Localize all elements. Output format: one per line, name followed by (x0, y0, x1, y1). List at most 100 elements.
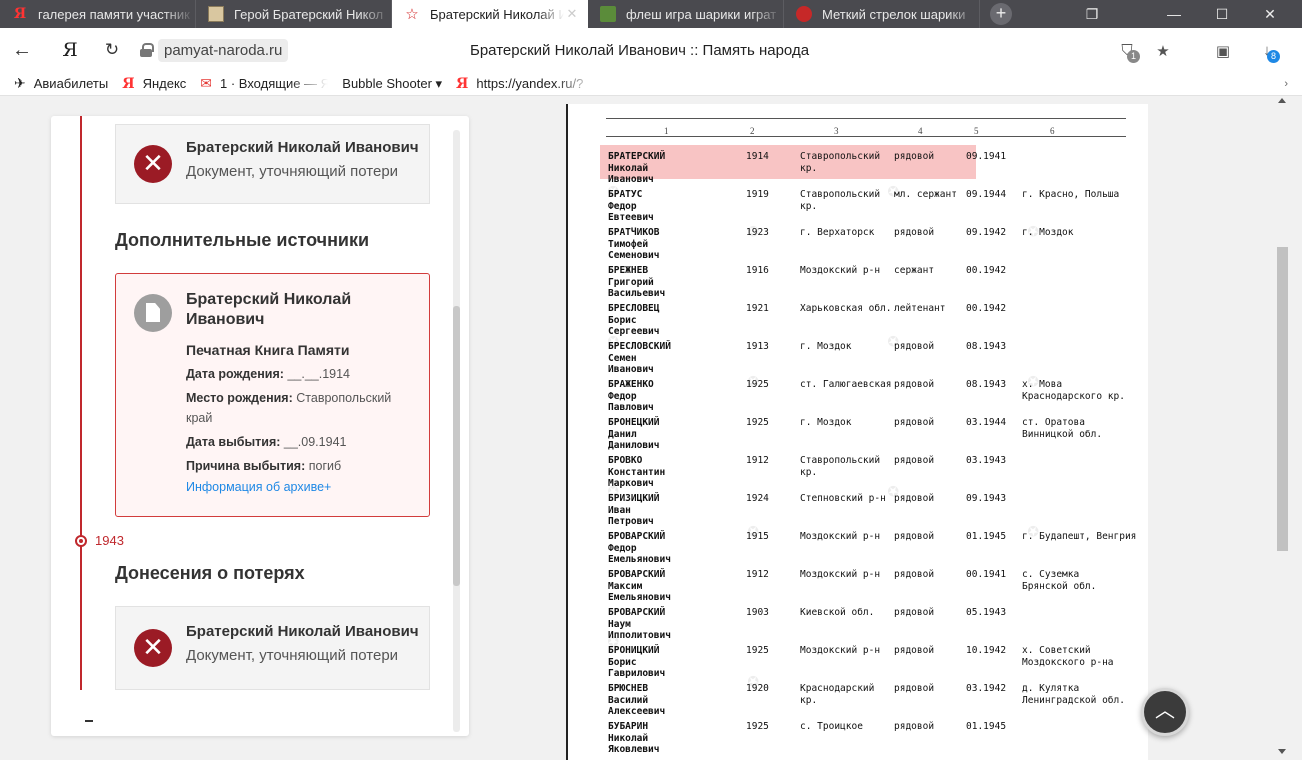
record-year: 1924 (746, 493, 769, 504)
bookmark-label: Bubble Shooter ▾ (342, 75, 443, 91)
record-rank: рядовой (894, 683, 935, 694)
record-date: 09.1941 (966, 151, 1007, 162)
bookmark-label: Авиабилеты (33, 76, 109, 91)
record-rank: рядовой (894, 227, 935, 238)
record-year: 1913 (746, 341, 769, 352)
record-place: г. Моздок (800, 341, 852, 352)
bookmark-icon[interactable]: ★ (1154, 42, 1172, 60)
record-year: 1925 (746, 721, 769, 732)
record-place: с. Троицкое (800, 721, 863, 732)
tab-4[interactable]: Меткий стрелок шарики (784, 0, 980, 28)
bookmark-mail[interactable]: ✉ 1 · Входящие — Ян (200, 75, 328, 92)
record-rank: лейтенант (894, 303, 946, 314)
loss-document-card[interactable]: ✕ Братерский Николай Иванович Документ, … (115, 124, 430, 204)
record-burial: с. Суземка Брянской обл. (1022, 569, 1097, 592)
record-name: БРОВАРСКИЙ Федор Емельянович (608, 531, 671, 565)
bookmark-bubble-shooter[interactable]: Bubble Shooter ▾ (342, 76, 442, 92)
back-icon[interactable]: ← (10, 38, 34, 62)
record-place: Ставропольский кр. (800, 189, 881, 212)
record-place: Моздокский р-н (800, 531, 881, 542)
tab-title: галерея памяти участник (38, 6, 190, 22)
yandex-home-icon[interactable]: Я (58, 38, 82, 62)
scroll-to-top-button[interactable]: ︿ (1141, 688, 1189, 736)
record-place: Краснодарский кр. (800, 683, 875, 706)
protect-badge: 1 (1127, 50, 1140, 63)
record-date: 09.1943 (966, 493, 1007, 504)
bookmark-label: 1 · Входящие — Ян (220, 76, 329, 91)
collections-icon[interactable]: ▣ (1214, 42, 1232, 60)
cross-icon: ✕ (134, 145, 172, 183)
record-rank: мл. сержант (894, 189, 957, 200)
scroll-up-icon[interactable] (1278, 98, 1286, 103)
reload-icon[interactable]: ↻ (100, 38, 124, 62)
record-date: 01.1945 (966, 531, 1007, 542)
cross-icon: ✕ (134, 629, 172, 667)
record-date: 00.1941 (966, 569, 1007, 580)
birth-place-row: Место рождения: Ставропольский край (186, 391, 392, 425)
record-date: 00.1942 (966, 265, 1007, 276)
page-title: Братерский Николай Иванович :: Память на… (470, 42, 810, 59)
record-date: 10.1942 (966, 645, 1007, 656)
bookmark-yandex-url[interactable]: Яhttps://yandex.ru/? (456, 76, 596, 92)
tab-0[interactable]: Ягалерея памяти участник (0, 0, 196, 28)
mail-icon: ✉ (200, 75, 213, 91)
tab-title: Братерский Николай И (430, 6, 564, 22)
document-icon (134, 294, 172, 332)
record-place: Степновский р-н (800, 493, 886, 504)
record-name: БРАЖЕНКО Федор Павлович (608, 379, 654, 413)
loss-document-card[interactable]: ✕ Братерский Николай Иванович Документ, … (115, 606, 430, 690)
record-place: Ставропольский кр. (800, 151, 881, 174)
tabs-menu-icon[interactable]: ❐ (1070, 0, 1114, 28)
page-scrollbar-thumb[interactable] (1277, 247, 1288, 551)
page-scrollbar[interactable] (1274, 96, 1290, 760)
protect-icon[interactable]: ⛉ 1 (1118, 42, 1140, 63)
column-number: 4 (918, 126, 923, 136)
bookmark-yandex[interactable]: Я Яндекс (122, 76, 186, 92)
record-name: БРОВКО Константин Маркович (608, 455, 666, 489)
record-year: 1912 (746, 455, 769, 466)
url-field[interactable]: pamyat-naroda.ru (140, 38, 289, 62)
record-year: 1919 (746, 189, 769, 200)
card-scrollbar[interactable] (453, 130, 460, 732)
entry-name: Братерский Николай Иванович (186, 623, 419, 640)
maximize-button[interactable]: ☐ (1200, 0, 1244, 28)
column-number: 1 (664, 126, 669, 136)
close-window-button[interactable]: ✕ (1248, 0, 1292, 28)
record-date: 00.1942 (966, 303, 1007, 314)
entry-description: Документ, уточняющий потери (186, 163, 399, 180)
record-date: 08.1943 (966, 379, 1007, 390)
record-rank: рядовой (894, 151, 935, 162)
tab-1[interactable]: Герой Братерский Никол (196, 0, 392, 28)
bird-icon (796, 6, 812, 22)
record-name: БРАТЧИКОВ Тимофей Семенович (608, 227, 660, 261)
new-tab-button[interactable]: + (990, 3, 1012, 25)
bookmark-aviabilety[interactable]: ✈ Авиабилеты (14, 75, 108, 92)
record-place: Харьковская обл. (800, 303, 892, 314)
tab-2-active[interactable]: ☆ Братерский Николай И ✕ (392, 0, 588, 28)
column-number: 3 (834, 126, 839, 136)
record-name: БРЮСНЕВ Василий Алексеевич (608, 683, 666, 717)
archive-info-link[interactable]: Информация об архиве+ (186, 480, 331, 494)
record-year: 1925 (746, 417, 769, 428)
minimize-button[interactable]: — (1152, 0, 1196, 28)
star-icon: ☆ (405, 6, 419, 23)
record-name: БУБАРИН Николай Яковлевич (608, 721, 660, 755)
bookmarks-overflow-icon[interactable]: › (1284, 78, 1288, 90)
page-content: ✕ Братерский Николай Иванович Документ, … (0, 96, 1302, 760)
record-year: 1914 (746, 151, 769, 162)
column-number: 2 (750, 126, 755, 136)
memory-book-card[interactable]: Братерский Николай Иванович Печатная Кни… (115, 273, 430, 517)
record-rank: рядовой (894, 417, 935, 428)
scroll-down-icon[interactable] (1278, 749, 1286, 754)
record-rank: рядовой (894, 455, 935, 466)
record-place: Моздокский р-н (800, 645, 881, 656)
tab-3[interactable]: флеш игра шарики играт (588, 0, 784, 28)
downloads-badge: 8 (1267, 50, 1280, 63)
leave-date-row: Дата выбытия: __.09.1941 (186, 435, 347, 449)
record-place: Моздокский р-н (800, 265, 881, 276)
downloads-icon[interactable]: ↓ 8 (1258, 42, 1280, 63)
close-icon[interactable]: ✕ (564, 6, 580, 22)
record-place: Моздокский р-н (800, 569, 881, 580)
card-scrollbar-thumb[interactable] (453, 306, 460, 586)
record-date: 09.1942 (966, 227, 1007, 238)
